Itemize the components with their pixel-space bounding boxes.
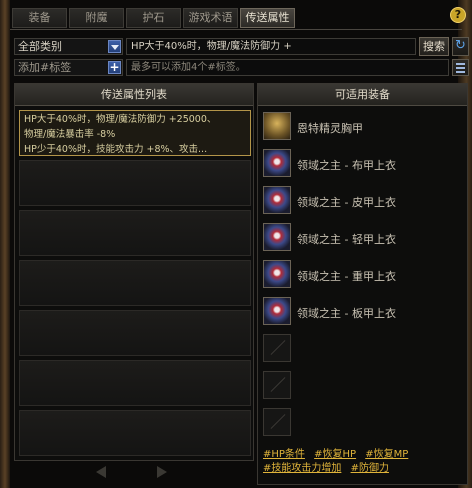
tab-game-terms[interactable]: 游戏术语 (183, 8, 238, 28)
leather-coat-icon (263, 186, 291, 214)
attribute-line-2: 物理/魔法暴击率 -8% (24, 129, 116, 140)
tag-link-defense[interactable]: #防御力 (351, 463, 389, 474)
light-coat-icon (263, 223, 291, 251)
equipment-name: 领域之主 - 重甲上衣 (297, 270, 396, 283)
attribute-line-3: HP少于40%时，技能攻击力 +8%、攻击... (24, 144, 208, 155)
tag-link-restore-mp[interactable]: #恢复MP (365, 449, 408, 460)
prev-page-arrow-icon[interactable] (96, 466, 106, 478)
chevron-down-icon[interactable] (108, 40, 121, 53)
add-tag-field[interactable]: 添加#标签 + (14, 59, 123, 76)
add-tag-plus-icon[interactable]: + (108, 61, 121, 74)
equipment-slot-empty (261, 406, 466, 440)
applicable-equipment-title: 可适用装备 (258, 84, 467, 106)
add-tag-placeholder: 添加#标签 (18, 61, 72, 74)
search-input[interactable]: HP大于40%时，物理/魔法防御力 + (126, 38, 416, 55)
equipment-slot-empty (261, 369, 466, 403)
equipment-name: 领域之主 - 皮甲上衣 (297, 196, 396, 209)
equipment-item[interactable]: 领域之主 - 皮甲上衣 (261, 184, 466, 218)
tab-equipment[interactable]: 装备 (12, 8, 67, 28)
search-button[interactable]: 搜索 (419, 37, 449, 56)
equipment-name: 恩特精灵胸甲 (297, 122, 363, 135)
tab-divider (10, 29, 462, 30)
empty-slot-icon (263, 371, 291, 399)
equipment-name: 领域之主 - 轻甲上衣 (297, 233, 396, 246)
attribute-list-item-empty[interactable] (19, 160, 251, 206)
empty-slot-icon (263, 408, 291, 436)
equipment-item[interactable]: 领域之主 - 布甲上衣 (261, 147, 466, 181)
tag-link-skill-attack-up[interactable]: #技能攻击力增加 (263, 463, 341, 474)
tag-link-hp-condition[interactable]: #HP条件 (263, 449, 305, 460)
help-button[interactable]: ? (450, 7, 466, 23)
tab-bar: 装备 附魔 护石 游戏术语 传送属性 (12, 8, 295, 28)
refresh-icon: ↻ (455, 38, 466, 53)
tab-enchant[interactable]: 附魔 (69, 8, 124, 28)
equipment-item[interactable]: 领域之主 - 重甲上衣 (261, 258, 466, 292)
attribute-list-item-empty[interactable] (19, 410, 251, 456)
category-selected-label: 全部类别 (18, 40, 62, 53)
applicable-equipment-panel: 可适用装备 恩特精灵胸甲 领域之主 - 布甲上衣 领域之主 - 皮甲上衣 领域之… (257, 83, 468, 485)
left-background-edge (0, 0, 10, 488)
tab-transfer-attributes[interactable]: 传送属性 (240, 8, 295, 28)
list-icon (456, 63, 465, 65)
equipment-item[interactable]: 领域之主 - 板甲上衣 (261, 295, 466, 329)
category-dropdown[interactable]: 全部类别 (14, 38, 123, 55)
tag-link-restore-hp[interactable]: #恢复HP (314, 449, 356, 460)
transfer-attribute-list-panel: 传送属性列表 HP大于40%时，物理/魔法防御力 +25000、 物理/魔法暴击… (14, 83, 254, 461)
tag-links: #HP条件 #恢复HP #恢复MP #技能攻击力增加 #防御力 (263, 448, 463, 476)
refresh-button[interactable]: ↻ (452, 37, 469, 56)
attribute-list-item-empty[interactable] (19, 260, 251, 306)
tag-list-button[interactable] (452, 59, 469, 76)
equipment-name: 领域之主 - 板甲上衣 (297, 307, 396, 320)
attribute-list-item-empty[interactable] (19, 210, 251, 256)
transfer-attribute-list-title: 传送属性列表 (15, 84, 253, 106)
tab-talisman[interactable]: 护石 (126, 8, 181, 28)
tag-list-field[interactable]: 最多可以添加4个#标签。 (126, 59, 449, 76)
cloth-coat-icon (263, 149, 291, 177)
next-page-arrow-icon[interactable] (157, 466, 167, 478)
equipment-slot-empty (261, 332, 466, 366)
attribute-line-1: HP大于40%时，物理/魔法防御力 +25000、 (24, 114, 217, 125)
attribute-list-item-selected[interactable]: HP大于40%时，物理/魔法防御力 +25000、 物理/魔法暴击率 -8% H… (19, 110, 251, 156)
attribute-list-item-empty[interactable] (19, 310, 251, 356)
plate-coat-icon (263, 297, 291, 325)
pagination (14, 463, 254, 481)
equipment-name: 领域之主 - 布甲上衣 (297, 159, 396, 172)
heavy-coat-icon (263, 260, 291, 288)
equipment-item[interactable]: 领域之主 - 轻甲上衣 (261, 221, 466, 255)
attribute-list-item-empty[interactable] (19, 360, 251, 406)
chest-armor-icon (263, 112, 291, 140)
empty-slot-icon (263, 334, 291, 362)
equipment-item[interactable]: 恩特精灵胸甲 (261, 110, 466, 144)
